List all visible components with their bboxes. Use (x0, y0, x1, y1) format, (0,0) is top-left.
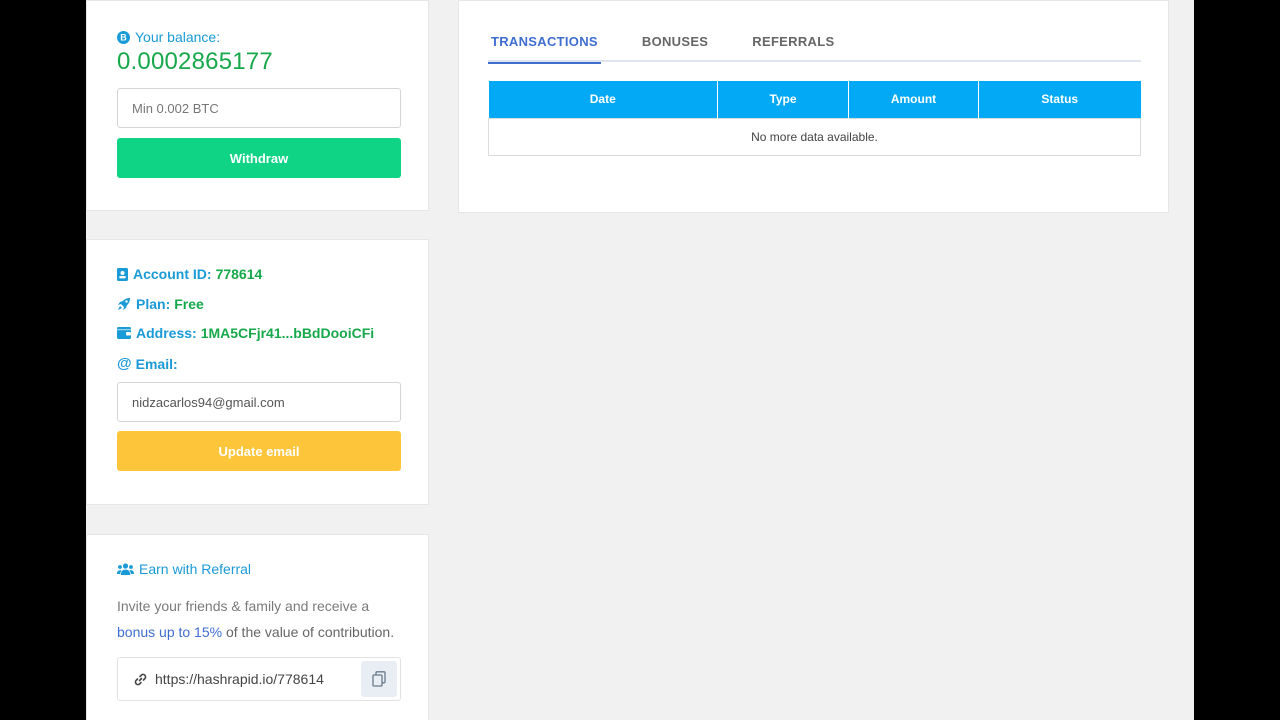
referral-title-row: Earn with Referral (117, 561, 251, 577)
table-header-row: Date Type Amount Status (488, 81, 1141, 118)
account-id-value: 778614 (215, 266, 263, 282)
tab-bonuses[interactable]: BONUSES (639, 34, 711, 62)
referral-description: Invite your friends & family and receive… (117, 593, 407, 645)
copy-icon (372, 671, 386, 687)
account-id-row: Account ID: 778614 (117, 266, 262, 282)
svg-text:B: B (120, 32, 127, 42)
balance-card: B Your balance: 0.0002865177 Withdraw (86, 0, 429, 211)
column-header-date[interactable]: Date (488, 81, 718, 118)
update-email-button[interactable]: Update email (117, 431, 401, 471)
users-icon (117, 563, 134, 575)
plan-row: Plan: Free (117, 296, 204, 312)
withdraw-button[interactable]: Withdraw (117, 138, 401, 178)
copy-link-button[interactable] (361, 661, 397, 697)
email-row: @ Email: (117, 355, 178, 372)
dashboard: B Your balance: 0.0002865177 Withdraw Ac… (86, 0, 1194, 720)
at-icon: @ (117, 355, 132, 372)
plan-value: Free (174, 296, 204, 312)
referral-bonus-highlight: bonus up to 15% (117, 624, 223, 640)
balance-value: 0.0002865177 (117, 48, 273, 75)
email-label: Email: (135, 355, 178, 372)
email-input[interactable] (117, 382, 401, 422)
balance-label-row: B Your balance: (117, 29, 220, 45)
rocket-icon (117, 297, 131, 311)
referral-link-box: https://hashrapid.io/778614 (117, 657, 401, 701)
address-value: 1MA5CFjr41...bBdDooiCFi (200, 325, 375, 341)
account-card: Account ID: 778614 Plan: Free Address: 1… (86, 239, 429, 505)
transactions-table: Date Type Amount Status No more data ava… (488, 81, 1141, 156)
bitcoin-icon: B (117, 30, 130, 44)
empty-table-message: No more data available. (488, 117, 1141, 156)
column-header-status[interactable]: Status (978, 81, 1141, 118)
id-card-icon (117, 267, 128, 281)
referral-card: Earn with Referral Invite your friends &… (86, 534, 429, 720)
referral-desc-part2: of the value of contribution. (225, 624, 395, 640)
tab-referrals[interactable]: REFERRALS (749, 34, 837, 62)
link-icon (134, 673, 147, 686)
plan-label: Plan: (136, 296, 171, 312)
table-row: No more data available. (488, 117, 1141, 156)
address-label: Address: (136, 325, 197, 341)
referral-link-text[interactable]: https://hashrapid.io/778614 (155, 671, 324, 687)
wallet-icon (117, 327, 131, 339)
column-header-amount[interactable]: Amount (848, 81, 979, 118)
history-tabs: TRANSACTIONS BONUSES REFERRALS (488, 34, 1141, 64)
address-row: Address: 1MA5CFjr41...bBdDooiCFi (117, 325, 374, 341)
referral-desc-part1: Invite your friends & family and receive… (117, 598, 370, 614)
tab-transactions[interactable]: TRANSACTIONS (488, 34, 601, 64)
account-id-label: Account ID: (133, 266, 212, 282)
withdraw-amount-input[interactable] (117, 88, 401, 128)
referral-title: Earn with Referral (139, 561, 252, 577)
column-header-type[interactable]: Type (717, 81, 849, 118)
balance-label: Your balance: (135, 29, 221, 45)
transactions-card: TRANSACTIONS BONUSES REFERRALS Date Type… (458, 0, 1169, 213)
